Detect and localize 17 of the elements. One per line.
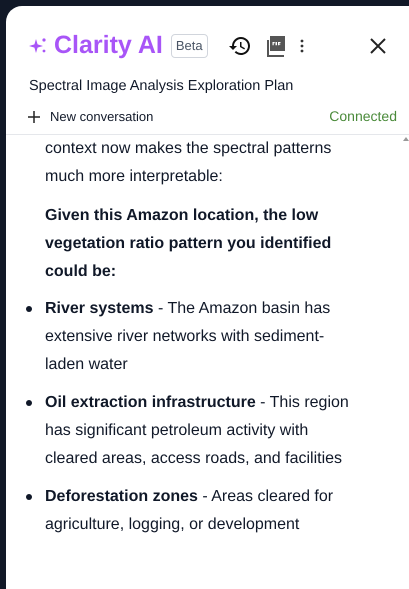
bullet-icon xyxy=(26,306,32,312)
plus-icon xyxy=(28,110,40,123)
message-heading: Given this Amazon location, the low vegetation ratio pattern you identified could be: xyxy=(45,206,332,282)
message-paragraph: context now makes the spectral patterns much more interpretable: xyxy=(45,138,332,187)
new-conversation-button[interactable]: New conversation xyxy=(28,107,154,126)
bullet-icon xyxy=(26,400,32,406)
bullet-icon xyxy=(26,494,32,500)
scroll-up-icon[interactable] xyxy=(403,136,409,141)
connection-status: Connected xyxy=(329,107,397,126)
bullet-text: Deforestation zones - Areas cleared for agriculture, logging, or development xyxy=(45,486,334,535)
app-title: Clarity AI xyxy=(54,30,163,62)
close-icon[interactable] xyxy=(369,37,387,55)
bullet-text: Oil extraction infrastructure - This region has significant petroleum activity with cleared areas, access roads, and facilities xyxy=(45,392,350,469)
bullet-text: River systems - The Amazon basin has extensive river networks with sediment-laden water xyxy=(45,298,332,375)
beta-badge: Beta xyxy=(170,34,208,58)
conversation-title: Spectral Image Analysis Exploration Plan xyxy=(28,77,294,96)
history-icon[interactable] xyxy=(228,34,252,58)
